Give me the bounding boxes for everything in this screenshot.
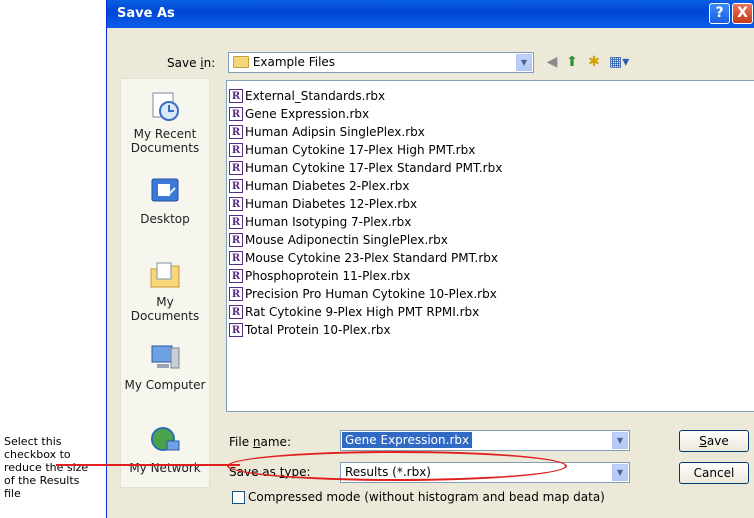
file-name-text: Human Isotyping 7-Plex.rbx [245,215,412,229]
annotation-line: file [4,487,21,500]
my-computer-icon [149,342,181,374]
rbx-file-icon: R [229,251,243,265]
chevron-down-icon[interactable]: ▼ [516,54,532,71]
annotation-line: Select this [4,435,62,448]
place-my-computer[interactable]: My Computer [121,342,209,392]
rbx-file-icon: R [229,305,243,319]
close-button[interactable]: X [732,3,753,24]
list-item[interactable]: R External_Standards.rbx [229,87,385,105]
place-label: My Documents [130,295,200,323]
place-label: Desktop [140,212,190,226]
list-item[interactable]: R Human Cytokine 17-Plex Standard PMT.rbx [229,159,502,177]
list-item[interactable]: R Human Isotyping 7-Plex.rbx [229,213,411,231]
save-in-label: Save in: [167,56,216,70]
file-name-text: Human Diabetes 12-Plex.rbx [245,197,418,211]
rbx-file-icon: R [229,269,243,283]
annotation-text: Select this checkbox to reduce the size … [4,435,100,500]
save-in-value: Example Files [252,55,336,69]
file-name-text: Total Protein 10-Plex.rbx [245,323,391,337]
annotation-line: checkbox to [4,448,71,461]
file-name-text: Human Cytokine 17-Plex Standard PMT.rbx [245,161,503,175]
place-label: My Recent Documents [130,127,200,155]
file-name-text: Human Diabetes 2-Plex.rbx [245,179,410,193]
rbx-file-icon: R [229,107,243,121]
callout-line [56,464,240,466]
chevron-down-icon[interactable]: ▼ [612,464,628,481]
file-name-text: Rat Cytokine 9-Plex High PMT RPMI.rbx [245,305,480,319]
file-list[interactable]: R External_Standards.rbx R Gene Expression… [226,80,754,412]
file-name-text: Mouse Cytokine 23-Plex Standard PMT.rbx [245,251,498,265]
list-item[interactable]: R Human Adipsin SinglePlex.rbx [229,123,425,141]
folder-icon [233,55,249,68]
title-bar: Save As ? X [107,0,754,28]
file-name-text: Precision Pro Human Cytokine 10-Plex.rbx [245,287,497,301]
file-name-field[interactable]: Gene Expression.rbx ▼ [340,430,630,451]
desktop-icon [149,176,181,208]
rbx-file-icon: R [229,197,243,211]
list-item[interactable]: R Rat Cytokine 9-Plex High PMT RPMI.rbx [229,303,479,321]
rbx-file-icon: R [229,215,243,229]
list-item[interactable]: R Phosphoprotein 11-Plex.rbx [229,267,410,285]
place-my-network[interactable]: My Network [121,425,209,475]
callout-ellipse [227,451,567,481]
save-as-dialog: Save As ? X Save in: Example Files ▼ ◀ ⬆… [106,0,754,518]
recent-documents-icon [149,91,181,123]
my-documents-icon [149,259,181,291]
file-name-text: Human Adipsin SinglePlex.rbx [245,125,425,139]
rbx-file-icon: R [229,179,243,193]
save-button[interactable]: Save [679,430,749,452]
cancel-button[interactable]: Cancel [679,462,749,484]
list-item[interactable]: R Mouse Adiponectin SinglePlex.rbx [229,231,448,249]
list-item[interactable]: R Human Cytokine 17-Plex High PMT.rbx [229,141,475,159]
rbx-file-icon: R [229,323,243,337]
rbx-file-icon: R [229,233,243,247]
my-network-icon [149,425,181,457]
file-name-value: Gene Expression.rbx [342,432,473,448]
views-menu-icon[interactable]: ▦▾ [609,53,629,71]
list-item[interactable]: R Human Diabetes 2-Plex.rbx [229,177,409,195]
annotation-line: reduce the size [4,461,89,474]
file-name-text: Gene Expression.rbx [245,107,370,121]
place-label: My Computer [124,378,206,392]
list-item[interactable]: R Mouse Cytokine 23-Plex Standard PMT.rbx [229,249,498,267]
place-my-documents[interactable]: My Documents [121,259,209,323]
rbx-file-icon: R [229,143,243,157]
compressed-mode-label: Compressed mode (without histogram and b… [248,490,605,504]
rbx-file-icon: R [229,125,243,139]
places-bar: My Recent Documents Desktop My Documents… [120,78,210,488]
back-icon[interactable]: ◀ [543,53,561,71]
save-in-dropdown[interactable]: Example Files ▼ [228,52,534,73]
file-name-text: Phosphoprotein 11-Plex.rbx [245,269,411,283]
file-name-text: Human Cytokine 17-Plex High PMT.rbx [245,143,476,157]
help-button[interactable]: ? [709,3,730,24]
dialog-title: Save As [117,6,175,21]
rbx-file-icon: R [229,161,243,175]
list-item[interactable]: R Gene Expression.rbx [229,105,369,123]
chevron-down-icon[interactable]: ▼ [612,432,628,449]
compressed-mode-checkbox[interactable] [232,491,245,504]
rbx-file-icon: R [229,89,243,103]
list-item[interactable]: R Human Diabetes 12-Plex.rbx [229,195,417,213]
new-folder-icon[interactable]: ✱ [585,53,603,71]
place-my-recent-documents[interactable]: My Recent Documents [121,91,209,155]
list-item[interactable]: R Precision Pro Human Cytokine 10-Plex.rb… [229,285,497,303]
file-name-text: External_Standards.rbx [245,89,386,103]
up-folder-icon[interactable]: ⬆ [563,53,581,71]
file-name-label: File name: [229,435,291,449]
annotation-line: of the Results [4,474,80,487]
place-desktop[interactable]: Desktop [121,176,209,226]
list-item[interactable]: R Total Protein 10-Plex.rbx [229,321,391,339]
file-name-text: Mouse Adiponectin SinglePlex.rbx [245,233,448,247]
rbx-file-icon: R [229,287,243,301]
